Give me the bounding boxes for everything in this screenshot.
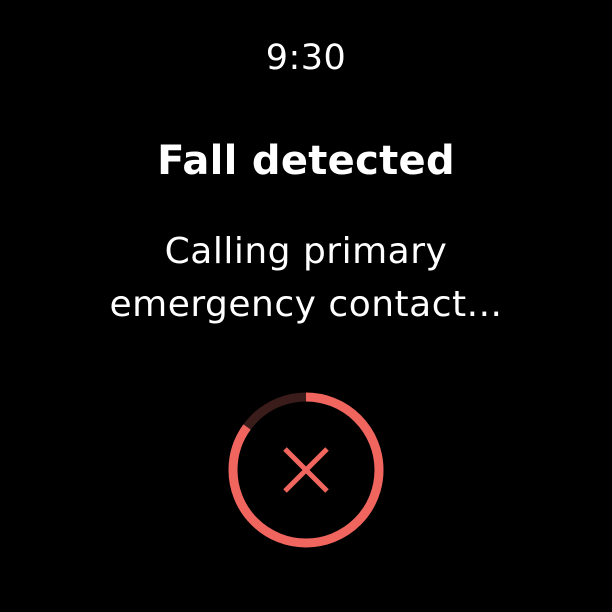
alert-message: Calling primary emergency contact...	[109, 231, 503, 325]
clock-time: 9:30	[265, 38, 347, 78]
close-icon[interactable]	[283, 447, 329, 493]
cancel-button[interactable]	[228, 392, 384, 548]
watch-screen: 9:30 Fall detected Calling primary emerg…	[0, 0, 612, 612]
countdown-ring	[228, 392, 384, 548]
alert-title: Fall detected	[157, 138, 455, 184]
